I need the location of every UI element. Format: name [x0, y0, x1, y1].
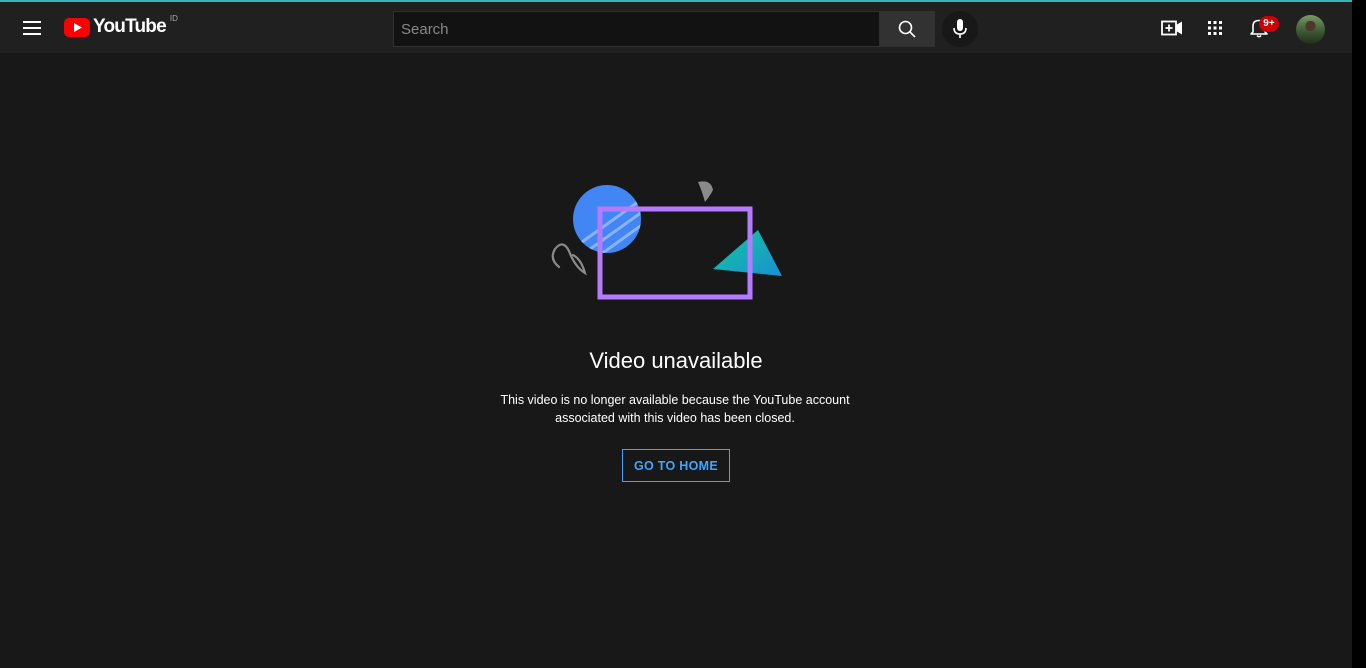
browser-viewport: YouTube ID Search 9+ Video unavailable T… [0, 0, 1352, 668]
page-scrollbar[interactable] [1352, 0, 1366, 668]
create-button[interactable] [1156, 12, 1188, 44]
search-icon [898, 20, 916, 38]
hamburger-menu-icon [23, 21, 41, 35]
go-to-home-button[interactable]: GO TO HOME [622, 449, 730, 482]
error-message-line-2: associated with this video has been clos… [555, 411, 795, 425]
notification-count-badge: 9+ [1259, 16, 1279, 32]
search-box [393, 11, 935, 47]
error-message-line-1: This video is no longer available becaus… [500, 393, 850, 407]
logo-text: YouTube [93, 16, 167, 37]
youtube-logo-icon [64, 17, 90, 37]
youtube-logo-link[interactable]: YouTube ID [64, 14, 178, 40]
search-input[interactable] [393, 11, 879, 47]
error-title: Video unavailable [589, 348, 763, 373]
logo-region-code: ID [169, 13, 178, 23]
apps-grid-icon [1208, 21, 1222, 35]
search-button[interactable] [879, 11, 935, 47]
guide-menu-button[interactable] [14, 10, 50, 46]
account-avatar[interactable] [1296, 15, 1325, 44]
voice-search-button[interactable] [942, 11, 978, 47]
masthead: YouTube ID Search 9+ [0, 2, 1352, 53]
error-message: This video is no longer available becaus… [490, 391, 860, 427]
microphone-icon [953, 19, 967, 38]
apps-button[interactable] [1199, 12, 1231, 44]
video-unavailable-illustration [551, 181, 782, 300]
create-video-icon [1161, 20, 1182, 36]
